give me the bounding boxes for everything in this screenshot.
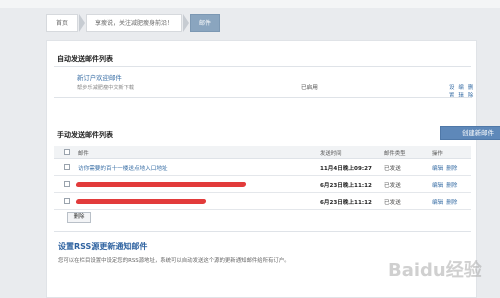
col-time: 发送时间 [320,151,342,157]
col-mail: 邮件 [78,151,89,157]
select-all-checkbox[interactable] [64,149,70,155]
send-time: 6月23日晚上11:12 [320,183,372,189]
baidu-watermark: Baidu经验 [388,256,488,281]
divider [54,97,471,98]
send-time: 11月4日晚上09:27 [320,166,372,172]
manual-section-title: 手动发送邮件列表 [57,131,113,139]
row-actions: 编辑 删除 [432,181,457,189]
table-row: 6月23日晚上11:12 已发送 编辑 删除 [54,176,471,193]
col-ops: 操作 [432,151,443,157]
row-actions: 编辑 删除 [432,198,457,206]
redaction-mark [75,182,247,187]
breadcrumb-home[interactable]: 首页 [46,14,79,32]
rss-desc: 您可以在栏目设置中设定您的RSS源地址，系统可以自动发送这个源的更新通知邮件给所… [58,258,290,264]
auto-mail-status: 已启用 [301,85,318,91]
row-checkbox[interactable] [64,181,70,187]
mail-subject[interactable]: 访你需要的百十一楼送点地入口地址 [78,164,168,172]
mail-type: 已发送 [384,166,401,172]
auto-section-title: 自动发送邮件列表 [57,55,113,63]
edit-link[interactable]: 编辑 [432,198,443,206]
send-time: 6月23日晚上11:12 [320,200,372,206]
col-type: 邮件类型 [384,151,406,157]
edit-link[interactable]: 编辑 [432,164,443,172]
row-checkbox[interactable] [64,198,70,204]
row-checkbox[interactable] [64,164,70,170]
delete-link[interactable]: 删除 [446,181,457,189]
mail-type: 已发送 [384,183,401,189]
delete-link[interactable]: 删除 [446,198,457,206]
auto-mail-name[interactable]: 新订户欢迎邮件 [77,73,122,82]
rss-title[interactable]: 设置RSS源更新通知邮件 [58,241,147,252]
row-actions: 编辑 删除 [432,164,457,172]
top-strip [0,0,500,8]
table-row: 访你需要的百十一楼送点地入口地址 11月4日晚上09:27 已发送 编辑 删除 [54,159,471,176]
redaction-mark [75,199,207,204]
mail-type: 已发送 [384,200,401,206]
divider [54,231,471,232]
breadcrumb-separator [183,14,190,32]
table-row: 6月23日晚上11:12 已发送 编辑 删除 [54,193,471,210]
auto-mail-desc: 帮步乐减肥瘦中文新下载 [77,85,135,91]
divider [54,66,471,67]
watermark-text: Baidu经验 [388,260,482,281]
breadcrumb-separator [79,14,86,32]
bulk-delete-button[interactable]: 删除 [67,212,91,223]
breadcrumb-site[interactable]: 享瘦说，关注减肥瘦身前沿！ [86,14,183,32]
breadcrumb: 首页 享瘦说，关注减肥瘦身前沿！ 邮件 [46,14,221,32]
auto-mail-row: 新订户欢迎邮件 帮步乐减肥瘦中文新下载 已启用 设置 编辑 删除 [54,68,473,99]
edit-link[interactable]: 编辑 [432,181,443,189]
create-mail-button[interactable]: 创建新邮件 [440,126,500,140]
breadcrumb-current: 邮件 [190,14,221,32]
manual-mail-table: 邮件 发送时间 邮件类型 操作 访你需要的百十一楼送点地入口地址 11月4日晚上… [54,146,471,210]
delete-link[interactable]: 删除 [446,164,457,172]
table-header: 邮件 发送时间 邮件类型 操作 [54,146,471,159]
